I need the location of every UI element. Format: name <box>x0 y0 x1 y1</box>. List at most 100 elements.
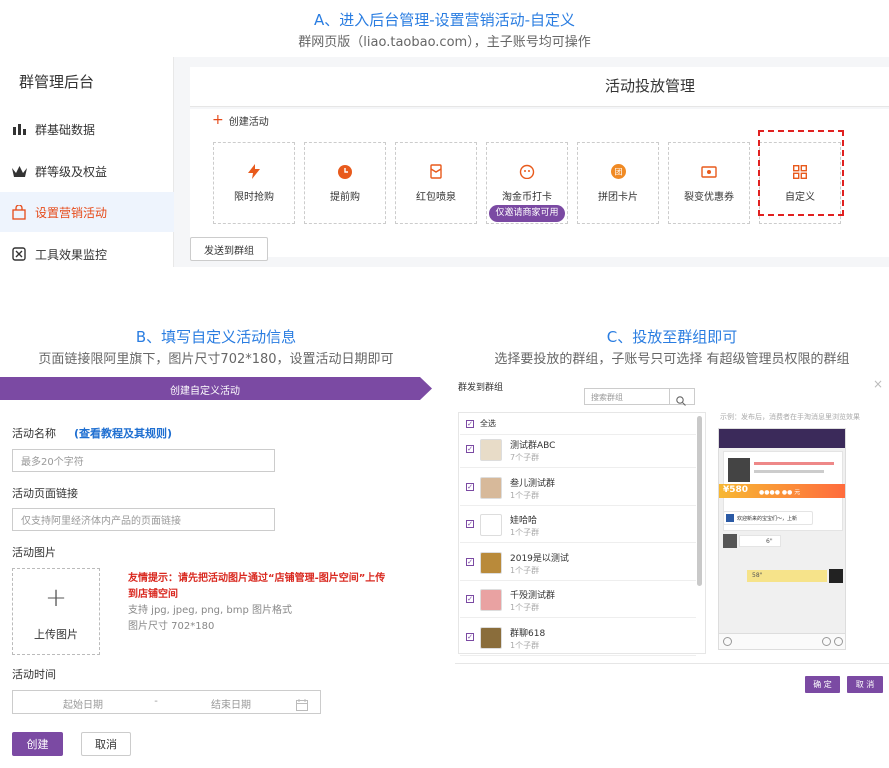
group-card-icon: 团 <box>610 164 626 180</box>
group-row[interactable]: ✓ 叁儿测试群 1个子群 <box>460 469 696 506</box>
bar-chart-icon <box>11 121 27 137</box>
select-all-checkbox[interactable]: ✓ <box>466 420 474 428</box>
date-separator: - <box>154 696 158 707</box>
search-group-input[interactable]: 搜索群组 <box>584 388 695 406</box>
plus-icon: + <box>212 112 224 128</box>
search-icon[interactable] <box>676 391 686 410</box>
group-row[interactable]: ✓ 千殁测试群 1个子群 <box>460 581 696 618</box>
group-subcount: 1个子群 <box>510 528 540 537</box>
tool-group-card[interactable]: 团 拼团卡片 <box>577 142 659 224</box>
sidebar-item-label: 群基础数据 <box>35 122 96 137</box>
group-checkbox[interactable]: ✓ <box>466 595 474 603</box>
tool-flash-sale[interactable]: 限时抢购 <box>213 142 295 224</box>
section-c-subheading: 选择要投放的群组，子账号只可选择 有超级管理员权限的群组 <box>494 352 850 367</box>
group-checkbox[interactable]: ✓ <box>466 482 474 491</box>
group-row[interactable]: ✓ 2019是以测试 1个子群 <box>460 544 696 581</box>
sidebar-item-label: 群等级及权益 <box>35 164 108 179</box>
tool-red-envelope[interactable]: 红包喷泉 <box>395 142 477 224</box>
lightning-icon <box>246 164 262 180</box>
phone-preview: ¥580 ●●●● ●● 元 欢迎新来的宝宝们～，上新 6" 58" <box>718 428 846 650</box>
group-name: 千殁测试群 <box>510 591 556 601</box>
group-checkbox[interactable]: ✓ <box>466 445 474 453</box>
admin-panel-screenshot: 群管理后台 群基础数据 群等级及权益 设置营销活动 工具效果监控 活动投放管理 … <box>0 57 889 267</box>
group-checkbox[interactable]: ✓ <box>466 520 474 528</box>
group-checkbox[interactable]: ✓ <box>466 632 474 641</box>
create-activity-button[interactable]: + 创建活动 <box>212 112 269 128</box>
tool-fission-coupon[interactable]: 裂变优惠券 <box>668 142 750 224</box>
activity-name-input[interactable]: 最多20个字符 <box>12 449 275 472</box>
tool-label: 提前购 <box>330 191 360 203</box>
group-row[interactable]: ✓ 测试群ABC 7个子群 <box>460 431 696 468</box>
group-name: 2019是以测试 <box>510 553 569 564</box>
activity-image-label: 活动图片 <box>12 546 56 559</box>
welcome-text: 欢迎新来的宝宝们～，上新 <box>737 516 798 522</box>
create-button[interactable]: 创建 <box>12 732 63 756</box>
upload-label: 上传图片 <box>34 628 78 641</box>
group-subcount: 1个子群 <box>510 603 540 612</box>
scrollbar[interactable] <box>697 416 702 586</box>
group-checkbox[interactable]: ✓ <box>466 557 474 566</box>
date-range-picker[interactable]: 起始日期 - 结束日期 <box>12 690 321 714</box>
sidebar-item-monitor[interactable]: 工具效果监控 <box>0 234 174 274</box>
group-subcount: 1个子群 <box>510 640 540 650</box>
group-row[interactable]: ✓ 群聊618 1个子群 <box>460 619 696 656</box>
tool-label: 裂变优惠券 <box>684 191 734 203</box>
calendar-icon[interactable] <box>296 696 308 715</box>
price-bar: ¥580 ●●●● ●● 元 <box>719 484 845 498</box>
shopping-bag-icon <box>11 204 27 220</box>
voice-bubble-self: 58" <box>747 570 827 582</box>
sidebar: 群管理后台 群基础数据 群等级及权益 设置营销活动 工具效果监控 <box>0 57 174 267</box>
group-name: 测试群ABC <box>510 441 556 451</box>
preview-hint: 示例：发布后，消费者在手淘消息里浏览效果 <box>720 413 860 421</box>
tool-label: 拼团卡片 <box>598 191 638 203</box>
clock-icon <box>337 164 353 180</box>
sidebar-title: 群管理后台 <box>19 73 95 91</box>
tool-label: 限时抢购 <box>234 191 274 203</box>
group-subcount: 1个子群 <box>510 565 540 575</box>
self-avatar <box>829 569 843 583</box>
tip-line-1: 友情提示：请先把活动图片通过“店铺管理-图片空间”上传 <box>128 573 386 584</box>
form-banner: 创建自定义活动 <box>0 377 434 400</box>
invite-only-badge: 仅邀请商家可用 <box>489 205 565 222</box>
emoji-icon <box>822 637 831 646</box>
section-a-subheading: 群网页版（liao.taobao.com），主子账号均可操作 <box>298 35 591 50</box>
group-row[interactable]: ✓ 娃哈哈 1个子群 <box>460 506 696 543</box>
page-title: 活动投放管理 <box>604 77 695 95</box>
sidebar-item-marketing[interactable]: 设置营销活动 <box>0 192 174 232</box>
group-avatar <box>480 626 502 649</box>
start-date-input[interactable]: 起始日期 <box>43 696 123 711</box>
price-text: ¥580 <box>723 485 749 495</box>
product-line <box>754 462 834 465</box>
activity-link-input[interactable]: 仅支持阿里经济体内产品的页面链接 <box>12 508 275 531</box>
voice-bubble: 6" <box>739 535 781 547</box>
format-hint: 支持 jpg, jpeg, png, bmp 图片格式 <box>128 605 292 616</box>
upload-image-box[interactable]: + 上传图片 <box>12 568 100 655</box>
search-placeholder: 搜索群组 <box>591 393 623 402</box>
create-activity-label: 创建活动 <box>228 116 269 128</box>
dialog-title: 群发到群组 <box>458 383 504 393</box>
activity-link-label: 活动页面链接 <box>12 487 78 500</box>
coin-icon <box>519 164 535 180</box>
sidebar-item-basic-data[interactable]: 群基础数据 <box>0 109 174 149</box>
send-to-group-button[interactable]: 发送到群组 <box>190 237 268 261</box>
cancel-button[interactable]: 取消 <box>81 732 131 756</box>
rules-link[interactable]: (查看教程及其规则) <box>74 425 172 441</box>
sidebar-item-level-rights[interactable]: 群等级及权益 <box>0 151 174 191</box>
dialog-cancel-button[interactable]: 取 消 <box>847 676 883 693</box>
chat-avatar <box>726 514 734 522</box>
coupon-icon <box>701 164 717 180</box>
end-date-input[interactable]: 结束日期 <box>191 696 271 711</box>
group-name: 娃哈哈 <box>510 516 538 526</box>
svg-text:团: 团 <box>614 168 622 177</box>
group-avatar <box>480 589 502 611</box>
group-name: 群聊618 <box>510 628 546 639</box>
phone-header <box>719 429 845 448</box>
sidebar-item-label: 设置营销活动 <box>35 205 108 220</box>
monitor-icon <box>11 246 27 262</box>
voice-icon <box>723 637 732 646</box>
custom-highlight-box <box>758 130 844 216</box>
tool-pre-buy[interactable]: 提前购 <box>304 142 386 224</box>
confirm-button[interactable]: 确 定 <box>805 676 840 693</box>
close-icon[interactable]: × <box>873 377 883 391</box>
search-divider <box>669 389 670 404</box>
